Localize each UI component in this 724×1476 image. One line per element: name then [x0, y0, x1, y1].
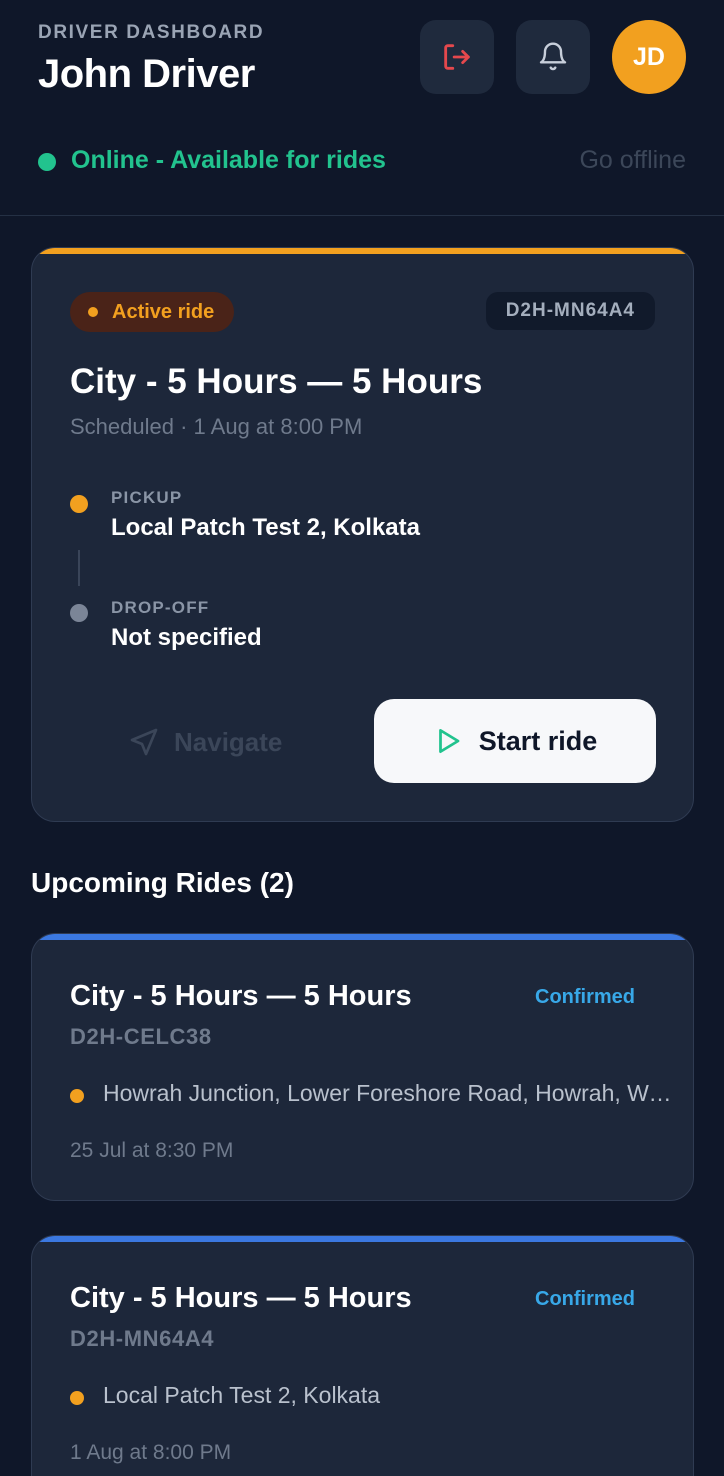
header: DRIVER DASHBOARD John Driver JD Online -…: [0, 0, 724, 216]
play-icon: [438, 729, 460, 753]
availability-status: Online - Available for rides Go offline: [38, 146, 686, 178]
navigate-button[interactable]: Navigate: [128, 720, 282, 764]
dropoff-dot: [70, 604, 88, 622]
card-accent-bar: [32, 1236, 693, 1242]
upcoming-ride-title: City - 5 Hours — 5 Hours: [70, 980, 412, 1012]
card-accent-bar: [32, 934, 693, 940]
avatar[interactable]: JD: [612, 20, 686, 94]
badge-dot: [88, 307, 98, 317]
ride-schedule: Scheduled · 1 Aug at 8:00 PM: [70, 414, 363, 439]
navigate-label: Navigate: [174, 726, 283, 757]
logout-button[interactable]: [420, 20, 494, 94]
online-indicator-dot: [38, 153, 56, 171]
route-connector-line: [78, 550, 80, 586]
dropoff-label: DROP-OFF: [111, 598, 210, 617]
active-ride-badge: Active ride: [70, 292, 235, 332]
pickup-address: Local Patch Test 2, Kolkata: [111, 514, 420, 541]
pickup-label: PICKUP: [111, 488, 183, 507]
upcoming-ride-code: D2H-CELC38: [70, 1024, 212, 1049]
active-ride-card: Active ride D2H-MN64A4 City - 5 Hours — …: [31, 247, 694, 822]
notifications-button[interactable]: [516, 20, 590, 94]
upcoming-ride-card[interactable]: City - 5 Hours — 5 Hours Confirmed D2H-C…: [31, 933, 694, 1201]
go-offline-button[interactable]: Go offline: [579, 146, 686, 175]
upcoming-ride-title: City - 5 Hours — 5 Hours: [70, 1282, 412, 1314]
upcoming-ride-time: 25 Jul at 8:30 PM: [70, 1139, 234, 1162]
logout-icon: [444, 44, 470, 70]
status-badge: Confirmed: [535, 986, 635, 1008]
dropoff-address: Not specified: [111, 624, 262, 651]
start-ride-label: Start ride: [478, 725, 598, 756]
card-accent-bar: [32, 248, 693, 254]
location-dot: [70, 1089, 84, 1103]
status-text: Online - Available for rides: [71, 146, 386, 174]
badge-label: Active ride: [112, 300, 215, 323]
navigation-arrow-icon: [130, 728, 158, 756]
upcoming-rides-heading: Upcoming Rides (2): [31, 867, 294, 898]
status-badge: Confirmed: [535, 1288, 635, 1310]
upcoming-ride-location: Howrah Junction, Lower Foreshore Road, H…: [103, 1080, 678, 1106]
driver-dashboard-screen: DRIVER DASHBOARD John Driver JD Online -…: [0, 0, 724, 1476]
upcoming-ride-code: D2H-MN64A4: [70, 1326, 215, 1351]
location-dot: [70, 1391, 84, 1405]
ride-title: City - 5 Hours — 5 Hours: [70, 362, 483, 401]
ride-code: D2H-MN64A4: [485, 292, 655, 330]
upcoming-ride-location: Local Patch Test 2, Kolkata: [103, 1382, 381, 1408]
avatar-initials: JD: [633, 42, 665, 71]
upcoming-ride-time: 1 Aug at 8:00 PM: [70, 1441, 232, 1464]
driver-name: John Driver: [38, 52, 255, 96]
bell-icon: [539, 42, 567, 71]
start-ride-button[interactable]: Start ride: [374, 699, 656, 783]
pickup-dot: [70, 495, 88, 513]
upcoming-ride-card[interactable]: City - 5 Hours — 5 Hours Confirmed D2H-M…: [31, 1235, 694, 1476]
page-kicker: DRIVER DASHBOARD: [38, 22, 265, 43]
